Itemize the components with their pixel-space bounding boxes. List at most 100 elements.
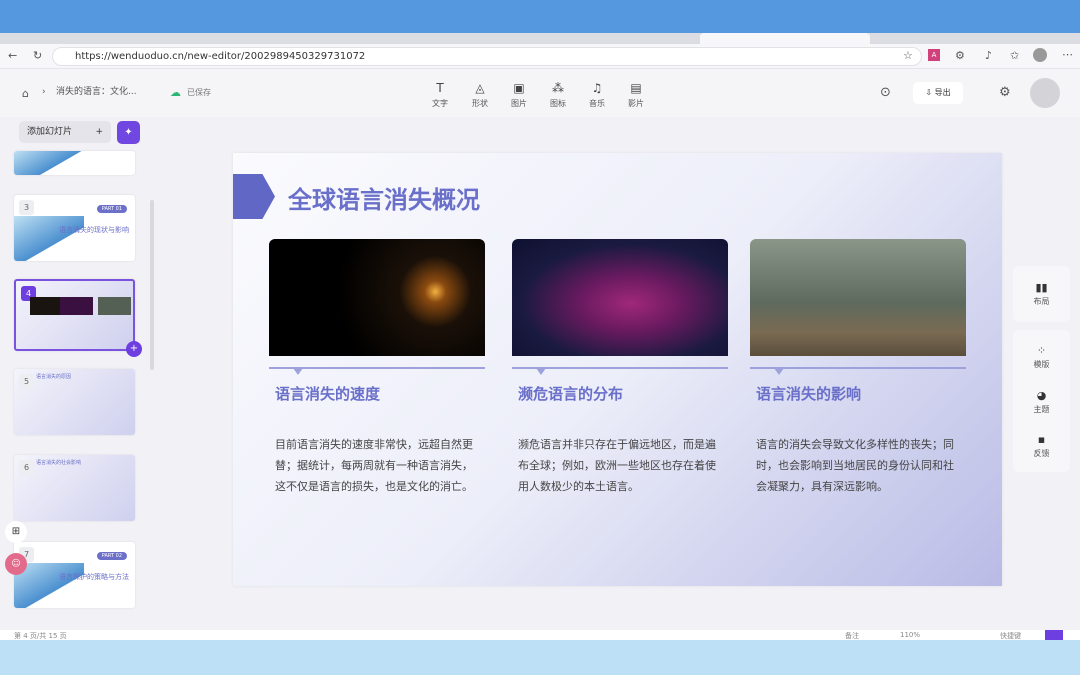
slide-thumb-6[interactable]: 6语言消失的社会影响 bbox=[14, 455, 135, 521]
music-icon: ♫ bbox=[582, 81, 612, 95]
browser-tab-strip bbox=[0, 33, 1080, 44]
elder-with-globe-image[interactable] bbox=[750, 239, 966, 356]
part-badge: PART 02 bbox=[97, 552, 127, 560]
ai-magic-button[interactable]: ✦ bbox=[117, 121, 140, 144]
divider bbox=[750, 367, 966, 369]
tool-text[interactable]: T文字 bbox=[425, 81, 455, 109]
theme-button[interactable]: ◕ 主题 bbox=[1013, 389, 1070, 415]
title-chevron-decoration bbox=[233, 174, 275, 219]
feedback-label: 反馈 bbox=[1034, 449, 1050, 458]
tool-shape[interactable]: ◬ 形状 bbox=[465, 81, 495, 109]
thumb-image bbox=[30, 297, 63, 315]
thumb-image bbox=[98, 297, 131, 315]
more-menu-icon[interactable]: ⋯ bbox=[1062, 49, 1073, 60]
url-input[interactable]: https://wenduoduo.cn/new-editor/20029894… bbox=[52, 47, 922, 66]
profile-avatar[interactable] bbox=[1033, 48, 1047, 62]
column-heading[interactable]: 语言消失的影响 bbox=[756, 383, 966, 404]
document-title-breadcrumb[interactable]: 消失的语言：文化... bbox=[56, 88, 137, 97]
reading-list-icon[interactable]: ♪ bbox=[985, 50, 992, 61]
feedback-button[interactable]: ▪ 反馈 bbox=[1013, 433, 1070, 459]
slide-thumb-4-selected[interactable]: 4 bbox=[14, 279, 135, 351]
assistant-icon[interactable]: ☺ bbox=[5, 553, 27, 575]
apps-grid-icon[interactable]: ⊞ bbox=[5, 521, 27, 543]
palette-icon: ◕ bbox=[1013, 389, 1070, 402]
favorite-star-icon[interactable]: ☆ bbox=[903, 50, 913, 61]
play-icon[interactable]: ⊙ bbox=[880, 86, 891, 99]
thumb-title: 语言消失的社会影响 bbox=[36, 459, 81, 466]
slide-number: 3 bbox=[19, 200, 34, 215]
theme-label: 主题 bbox=[1034, 405, 1050, 414]
layout-button[interactable]: ▮▮ 布局 bbox=[1013, 281, 1070, 307]
tool-music[interactable]: ♫ 音乐 bbox=[582, 81, 612, 109]
feedback-icon: ▪ bbox=[1013, 433, 1070, 446]
layout-label: 布局 bbox=[1034, 297, 1050, 306]
tool-label: 音乐 bbox=[589, 99, 605, 108]
column-text[interactable]: 目前语言消失的速度非常快，远超自然更替；据统计，每两周就有一种语言消失，这不仅是… bbox=[275, 434, 481, 497]
breadcrumb-separator-icon: › bbox=[42, 88, 46, 97]
export-button[interactable]: ⇩ 导出 bbox=[913, 82, 963, 104]
column-3: 语言消失的影响 语言的消失会导致文化多样性的丧失；同时，也会影响到当地居民的身份… bbox=[750, 239, 966, 497]
export-label: 导出 bbox=[935, 88, 951, 97]
tool-video[interactable]: ▤ 影片 bbox=[621, 81, 651, 109]
extension-icon[interactable]: A bbox=[928, 49, 940, 61]
thumb-title: 语言消失的原因 bbox=[36, 373, 71, 380]
tool-label: 图标 bbox=[550, 99, 566, 108]
home-icon[interactable]: ⌂ bbox=[22, 88, 29, 99]
candle-image[interactable] bbox=[269, 239, 485, 356]
thumb-title: 语言保护的策略与方法 bbox=[59, 572, 129, 582]
video-icon: ▤ bbox=[621, 81, 651, 95]
column-text[interactable]: 语言的消失会导致文化多样性的丧失；同时，也会影响到当地居民的身份认同和社会凝聚力… bbox=[756, 434, 962, 497]
thumb-image bbox=[60, 297, 93, 315]
video-bottom-band bbox=[0, 640, 1080, 675]
sidebar-scrollbar[interactable] bbox=[150, 200, 154, 370]
tool-label: 文字 bbox=[432, 99, 448, 108]
slide-thumb-2[interactable] bbox=[14, 151, 135, 175]
slide-thumb-3[interactable]: 3PART 01语言消失的现状与影响 bbox=[14, 195, 135, 261]
divider bbox=[512, 367, 728, 369]
slide-sidebar: 添加幻灯片 + ✦ 3PART 01语言消失的现状与影响 4 + 5语言消失的原因… bbox=[0, 117, 155, 630]
tool-icons[interactable]: ⁂ 图标 bbox=[543, 81, 573, 109]
slide-thumb-5[interactable]: 5语言消失的原因 bbox=[14, 369, 135, 435]
column-text[interactable]: 濒危语言并非只存在于偏远地区，而是遍布全球；例如，欧洲一些地区也存在着使用人数极… bbox=[518, 434, 724, 497]
column-heading[interactable]: 语言消失的速度 bbox=[275, 383, 485, 404]
europe-map-image[interactable] bbox=[512, 239, 728, 356]
video-banner bbox=[0, 0, 1080, 33]
layout-icon: ▮▮ bbox=[1013, 281, 1070, 294]
address-bar-row: ← ↻ https://wenduoduo.cn/new-editor/2002… bbox=[0, 44, 1080, 69]
shape-icon: ◬ bbox=[465, 81, 495, 95]
url-text: https://wenduoduo.cn/new-editor/20029894… bbox=[75, 51, 365, 62]
user-avatar[interactable] bbox=[1030, 78, 1060, 108]
icon-library-icon: ⁂ bbox=[543, 81, 573, 95]
thumb-title: 语言消失的现状与影响 bbox=[59, 225, 129, 235]
zoom-level[interactable]: 110% bbox=[900, 631, 920, 639]
insert-slide-button[interactable]: + bbox=[126, 341, 142, 357]
template-button[interactable]: ⁘模版 bbox=[1013, 344, 1070, 370]
download-icon: ⇩ bbox=[925, 88, 934, 97]
plus-icon: + bbox=[95, 121, 103, 143]
slide-canvas[interactable]: 全球语言消失概况 语言消失的速度 目前语言消失的速度非常快，远超自然更替；据统计… bbox=[233, 153, 1002, 586]
template-grid-icon: ⁘ bbox=[1013, 344, 1070, 357]
reload-icon[interactable]: ↻ bbox=[33, 50, 42, 61]
slide-thumb-7[interactable]: 7PART 02语言保护的策略与方法 bbox=[14, 542, 135, 608]
back-icon[interactable]: ← bbox=[8, 50, 17, 61]
tool-label: 形状 bbox=[472, 99, 488, 108]
slide-number: 5 bbox=[19, 374, 34, 389]
settings-icon[interactable]: ⚙ bbox=[999, 86, 1011, 99]
column-2: 濒危语言的分布 濒危语言并非只存在于偏远地区，而是遍布全球；例如，欧洲一些地区也… bbox=[512, 239, 728, 497]
favorites-icon[interactable]: ✩ bbox=[1010, 50, 1019, 61]
browser-tab-active[interactable] bbox=[700, 33, 870, 44]
slide-title[interactable]: 全球语言消失概况 bbox=[288, 180, 480, 215]
divider bbox=[269, 367, 485, 369]
column-1: 语言消失的速度 目前语言消失的速度非常快，远超自然更替；据统计，每两周就有一种语… bbox=[269, 239, 485, 497]
save-status: 已保存 bbox=[187, 89, 211, 97]
extensions-puzzle-icon[interactable]: ⚙ bbox=[955, 50, 965, 61]
tool-label: 影片 bbox=[628, 99, 644, 108]
column-heading[interactable]: 濒危语言的分布 bbox=[518, 383, 728, 404]
edit-pen-button[interactable] bbox=[1045, 630, 1063, 640]
tool-label: 图片 bbox=[511, 99, 527, 108]
tool-image[interactable]: ▣图片 bbox=[504, 81, 534, 109]
editor-header: ⌂ › 消失的语言：文化... ☁ 已保存 T文字 ◬形状 ▣图片 ⁂图标 ♫音… bbox=[0, 69, 1080, 117]
add-slide-label: 添加幻灯片 bbox=[27, 127, 72, 137]
add-slide-button[interactable]: 添加幻灯片 + bbox=[19, 121, 111, 143]
slide-number: 6 bbox=[19, 460, 34, 475]
